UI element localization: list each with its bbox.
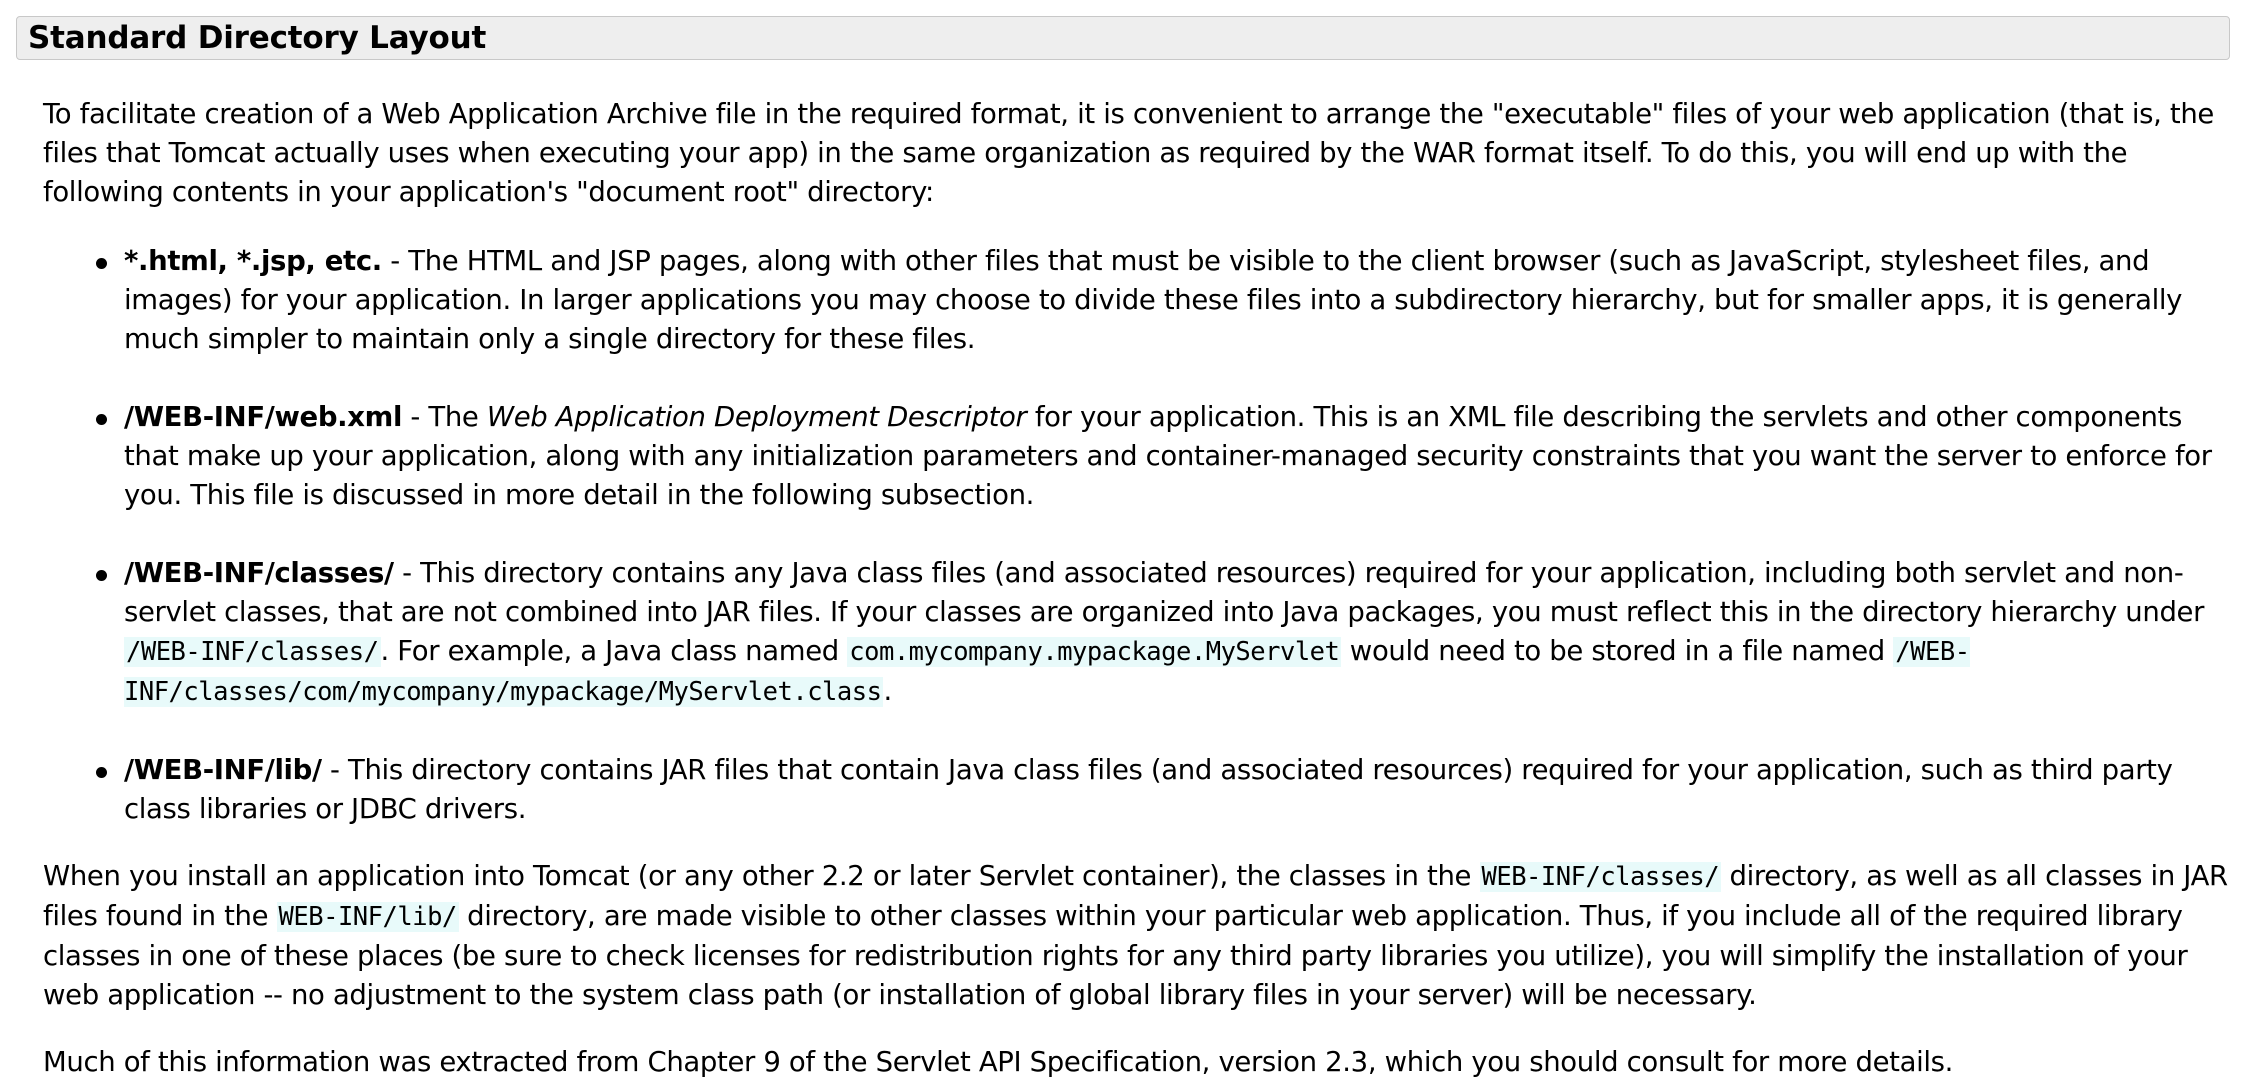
code-path: WEB-INF/lib/ [276,902,459,932]
section-body: To facilitate creation of a Web Applicat… [43,95,2231,1082]
item-description: - The [402,401,487,433]
source-note-paragraph: Much of this information was extracted f… [43,1046,1954,1078]
code-path: WEB-INF/classes/ [1479,862,1722,892]
list-item-web-xml: /WEB-INF/web.xml - The Web Application D… [96,398,2231,515]
section-title: Standard Directory Layout [28,20,487,56]
item-description: would need to be stored in a file named [1341,635,1894,667]
item-description: . For example, a Java class named [380,635,848,667]
item-term: /WEB-INF/web.xml [124,401,403,433]
list-item-lib: /WEB-INF/lib/ - This directory contains … [96,751,2231,829]
item-description: - This directory contains any Java class… [124,557,2205,628]
item-emphasis: Web Application Deployment Descriptor [486,401,1027,433]
directory-list: *.html, *.jsp, etc. - The HTML and JSP p… [43,242,2231,829]
item-description: - The HTML and JSP pages, along with oth… [124,245,2183,355]
item-term: *.html, *.jsp, etc. [124,245,382,277]
code-path: /WEB-INF/classes/ [124,637,381,667]
bullet-icon [96,767,107,778]
item-description: - This directory contains JAR files that… [124,754,2173,825]
list-item-classes: /WEB-INF/classes/ - This directory conta… [96,554,2231,712]
bullet-icon [96,414,107,425]
intro-paragraph: To facilitate creation of a Web Applicat… [43,98,2214,208]
list-item-html-jsp: *.html, *.jsp, etc. - The HTML and JSP p… [96,242,2231,359]
bullet-icon [96,570,107,581]
code-class-name: com.mycompany.mypackage.MyServlet [847,637,1342,667]
item-term: /WEB-INF/classes/ [124,557,394,589]
install-paragraph: When you install an application into Tom… [43,857,2231,1015]
section-header: Standard Directory Layout [16,16,2230,60]
paragraph-text: When you install an application into Tom… [43,860,1480,892]
item-term: /WEB-INF/lib/ [124,754,322,786]
bullet-icon [96,258,107,269]
item-description: . [883,675,892,707]
